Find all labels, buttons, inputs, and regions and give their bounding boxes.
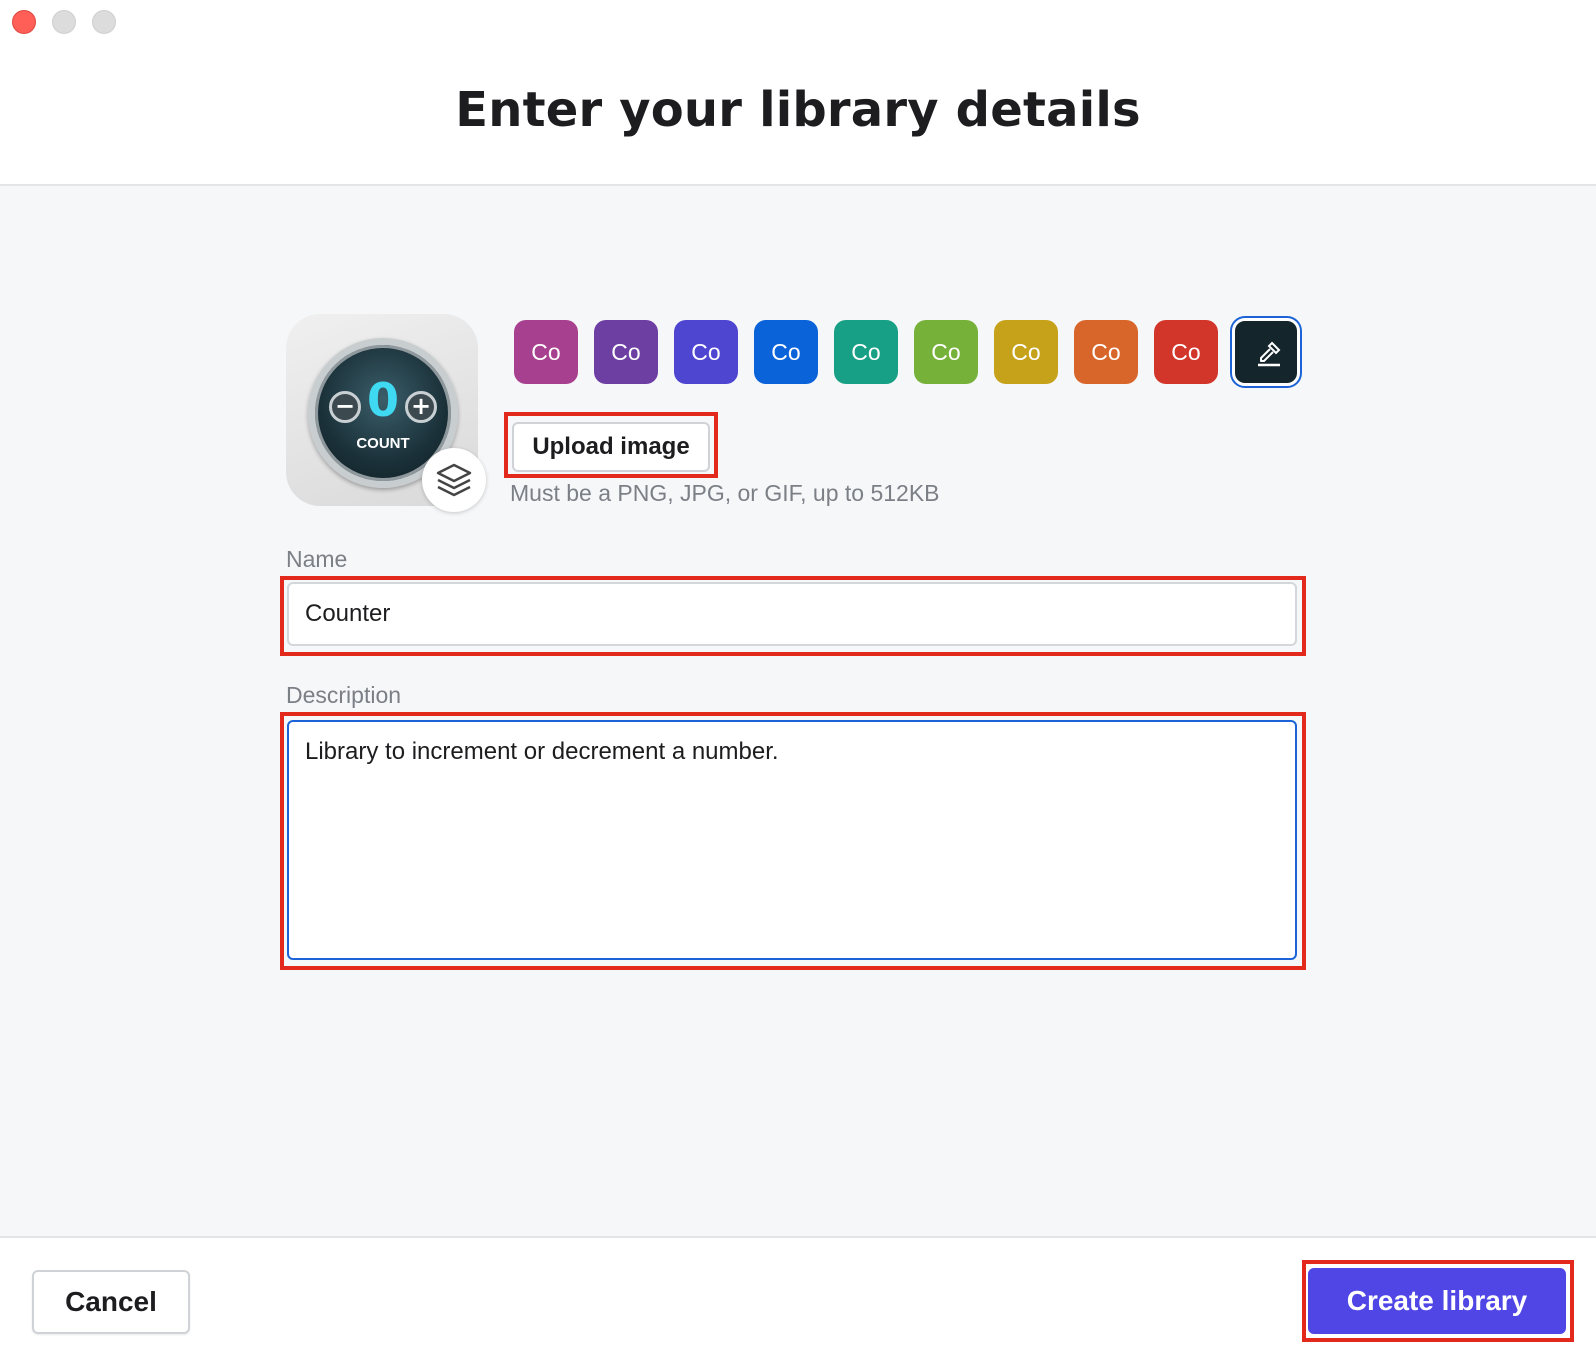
window-close-button[interactable] <box>12 10 36 34</box>
custom-color-button[interactable] <box>1232 318 1300 386</box>
color-swatch-blue[interactable]: Co <box>754 320 818 384</box>
color-swatch-gold[interactable]: Co <box>994 320 1058 384</box>
description-field[interactable]: Library to increment or decrement a numb… <box>287 720 1297 960</box>
color-swatch-indigo[interactable]: Co <box>674 320 738 384</box>
upload-image-button[interactable]: Upload image <box>512 422 710 472</box>
name-label: Name <box>286 546 348 572</box>
description-label: Description <box>286 682 402 708</box>
dial-label: COUNT <box>356 435 410 452</box>
window-maximize-button[interactable] <box>92 10 116 34</box>
window-minimize-button[interactable] <box>52 10 76 34</box>
color-swatch-green[interactable]: Co <box>914 320 978 384</box>
color-swatch-magenta[interactable]: Co <box>514 320 578 384</box>
color-swatch-orange[interactable]: Co <box>1074 320 1138 384</box>
color-swatch-teal[interactable]: Co <box>834 320 898 384</box>
color-swatch-red[interactable]: Co <box>1154 320 1218 384</box>
color-swatch-purple[interactable]: Co <box>594 320 658 384</box>
layers-icon[interactable] <box>422 448 486 512</box>
upload-hint: Must be a PNG, JPG, or GIF, up to 512KB <box>510 480 940 506</box>
name-field[interactable]: Counter <box>287 582 1297 646</box>
eyedropper-icon <box>1258 341 1281 367</box>
page-title: Enter your library details <box>455 82 1141 138</box>
cancel-button[interactable]: Cancel <box>32 1270 190 1334</box>
dial-plus-glyph: + <box>405 391 437 423</box>
title-bar: Enter your library details <box>0 0 1596 186</box>
create-library-button[interactable]: Create library <box>1308 1268 1566 1334</box>
